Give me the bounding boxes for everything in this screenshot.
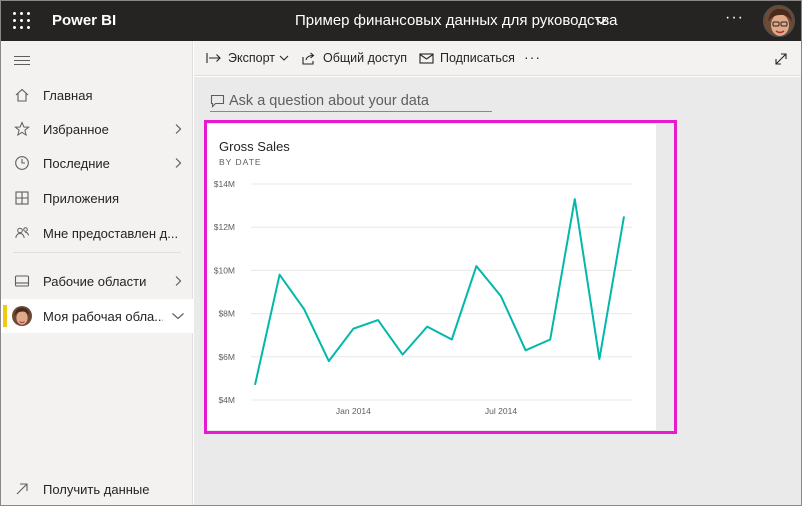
chevron-down-icon[interactable] (163, 311, 193, 321)
clock-icon (1, 155, 43, 171)
chevron-down-icon[interactable] (594, 14, 608, 28)
nav-item-apps[interactable]: Приложения (1, 181, 193, 215)
active-indicator (3, 305, 7, 327)
nav-item-my-workspace[interactable]: Моя рабочая обла... (1, 299, 193, 333)
chevron-right-icon[interactable] (163, 157, 193, 169)
nav-divider (13, 252, 181, 253)
nav-item-recent[interactable]: Последние (1, 146, 193, 180)
report-title[interactable]: Пример финансовых данных для руководства (295, 12, 617, 29)
menu-icon[interactable] (14, 56, 30, 66)
left-navigation: Главная Избранное Последние Приложения М… (1, 41, 193, 505)
nav-item-shared[interactable]: Мне предоставлен д... (1, 216, 193, 250)
star-icon (1, 121, 43, 137)
nav-item-favorites[interactable]: Избранное (1, 112, 193, 146)
expand-icon[interactable] (774, 52, 788, 66)
nav-item-label: Приложения (43, 190, 120, 206)
nav-item-label: Главная (43, 87, 93, 103)
share-icon (302, 52, 315, 65)
nav-item-label: Рабочие области (43, 273, 147, 289)
subscribe-label: Подписаться (440, 51, 515, 65)
nav-item-label: Последние (43, 155, 110, 171)
workspaces-icon (1, 273, 43, 289)
chevron-right-icon[interactable] (163, 275, 193, 287)
apps-icon (1, 190, 43, 206)
more-actions-button[interactable]: ··· (524, 49, 541, 65)
qa-input[interactable]: Ask a question about your data (210, 90, 492, 112)
arrow-up-right-icon (1, 482, 43, 496)
share-label: Общий доступ (323, 51, 407, 65)
mail-icon (419, 52, 434, 64)
chevron-down-icon (279, 55, 289, 61)
subscribe-button[interactable]: Подписаться (419, 51, 515, 65)
action-bar: Экспорт Общий доступ Подписаться ··· (194, 41, 801, 76)
chevron-right-icon[interactable] (163, 123, 193, 135)
export-label: Экспорт (228, 51, 275, 65)
nav-item-label: Избранное (43, 121, 109, 137)
user-avatar[interactable] (763, 5, 795, 37)
top-bar: Power BI Пример финансовых данных для ру… (1, 1, 801, 41)
qa-placeholder: Ask a question about your data (229, 92, 429, 109)
export-icon (206, 53, 221, 63)
shared-icon (1, 225, 43, 241)
nav-item-label: Мне предоставлен д... (43, 225, 179, 241)
nav-item-label: Моя рабочая обла... (43, 308, 163, 324)
share-button[interactable]: Общий доступ (302, 51, 407, 65)
nav-item-workspaces[interactable]: Рабочие области (1, 264, 193, 298)
tile-highlight (204, 120, 677, 434)
export-button[interactable]: Экспорт (206, 51, 295, 65)
brand-name[interactable]: Power BI (52, 12, 116, 29)
dashboard-canvas: Ask a question about your data Gross Sal… (194, 77, 801, 505)
chat-icon (210, 94, 225, 108)
workspace-avatar-wrap (1, 306, 43, 326)
get-data-button[interactable]: Получить данные (1, 475, 193, 503)
workspace-avatar (12, 306, 32, 326)
get-data-label: Получить данные (43, 481, 150, 497)
home-icon (1, 87, 43, 103)
app-launcher-icon[interactable] (13, 12, 31, 30)
nav-item-home[interactable]: Главная (1, 78, 193, 112)
more-options-button[interactable]: ··· (725, 9, 744, 27)
